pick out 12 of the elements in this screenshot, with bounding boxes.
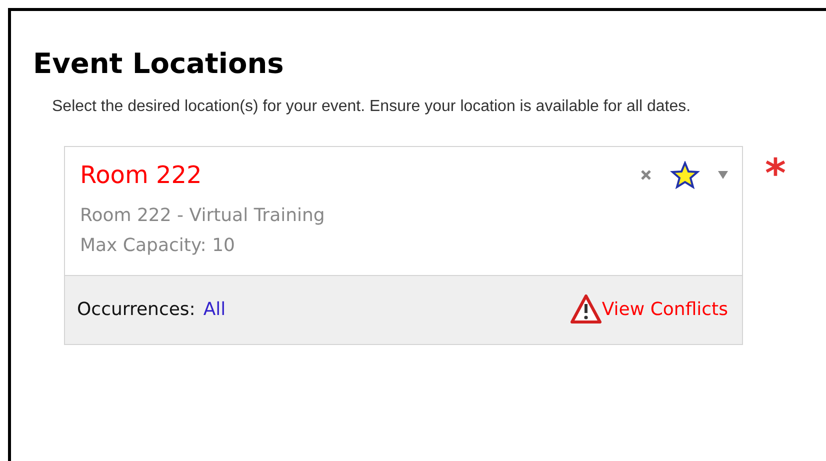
location-detail: Max Capacity: 10 bbox=[80, 234, 236, 258]
location-name: Room 222 bbox=[80, 161, 202, 189]
warning-icon bbox=[570, 294, 602, 324]
caret-icon[interactable] bbox=[718, 171, 728, 179]
occurrences-link[interactable]: All bbox=[203, 298, 226, 320]
required-mark: * bbox=[765, 154, 786, 194]
star-icon[interactable] bbox=[670, 161, 700, 189]
location-detail: Room 222 - Virtual Training bbox=[80, 204, 326, 228]
close-icon[interactable] bbox=[640, 169, 652, 181]
occurrences-label: Occurrences: bbox=[77, 298, 196, 320]
page-title: Event Locations bbox=[33, 47, 285, 80]
description-text: Select the desired location(s) for your event. Ensure your location is available for all dates. bbox=[52, 97, 692, 117]
